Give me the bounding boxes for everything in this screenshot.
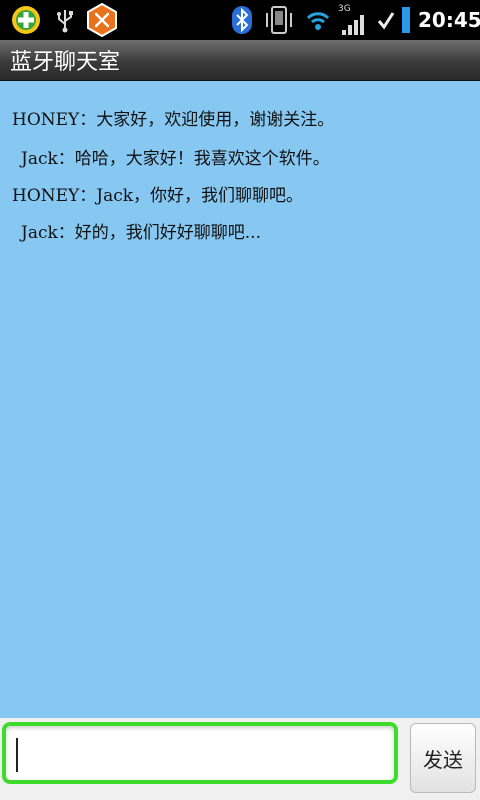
message-text: 哈哈，大家好！我喜欢这个软件。 — [74, 149, 330, 169]
chat-message: HONEY：Jack，你好，我们聊聊吧。 — [12, 181, 303, 206]
message-separator: ： — [79, 186, 97, 206]
message-separator: ： — [57, 149, 75, 169]
send-button[interactable]: 发送 — [410, 723, 476, 793]
status-time: 20:45 — [418, 8, 480, 32]
battery-icon — [400, 0, 412, 40]
check-icon — [377, 0, 395, 40]
chat-message: HONEY：大家好，欢迎使用，谢谢关注。 — [12, 105, 334, 130]
vibrate-icon — [262, 0, 296, 40]
chat-area[interactable]: HONEY：大家好，欢迎使用，谢谢关注。 Jack：哈哈，大家好！我喜欢这个软件… — [0, 81, 480, 718]
message-text: Jack，你好，我们聊聊吧。 — [96, 186, 304, 206]
bluetooth-icon — [230, 0, 254, 40]
message-separator: ： — [79, 110, 97, 130]
tools-icon[interactable] — [84, 0, 120, 40]
status-bar: 3G 20:45 — [0, 0, 480, 40]
app-title: 蓝牙聊天室 — [10, 50, 121, 75]
message-sender: HONEY — [12, 186, 80, 206]
message-separator: ： — [57, 223, 75, 243]
message-sender: Jack — [21, 149, 58, 169]
signal-icon: 3G — [338, 0, 370, 40]
message-input[interactable] — [2, 722, 398, 784]
input-bar: 发送 — [0, 718, 480, 800]
add-app-icon[interactable] — [9, 0, 43, 40]
message-text: 大家好，欢迎使用，谢谢关注。 — [96, 110, 335, 130]
wifi-icon — [304, 0, 332, 40]
text-cursor — [16, 738, 18, 772]
chat-message: Jack：哈哈，大家好！我喜欢这个软件。 — [21, 144, 330, 169]
usb-icon — [51, 0, 79, 40]
message-text: 好的，我们好好聊聊吧... — [74, 223, 261, 243]
network-type-label: 3G — [338, 4, 351, 14]
message-sender: Jack — [21, 223, 58, 243]
message-sender: HONEY — [12, 110, 80, 130]
chat-message: Jack：好的，我们好好聊聊吧... — [21, 218, 261, 243]
title-bar: 蓝牙聊天室 — [0, 40, 480, 81]
